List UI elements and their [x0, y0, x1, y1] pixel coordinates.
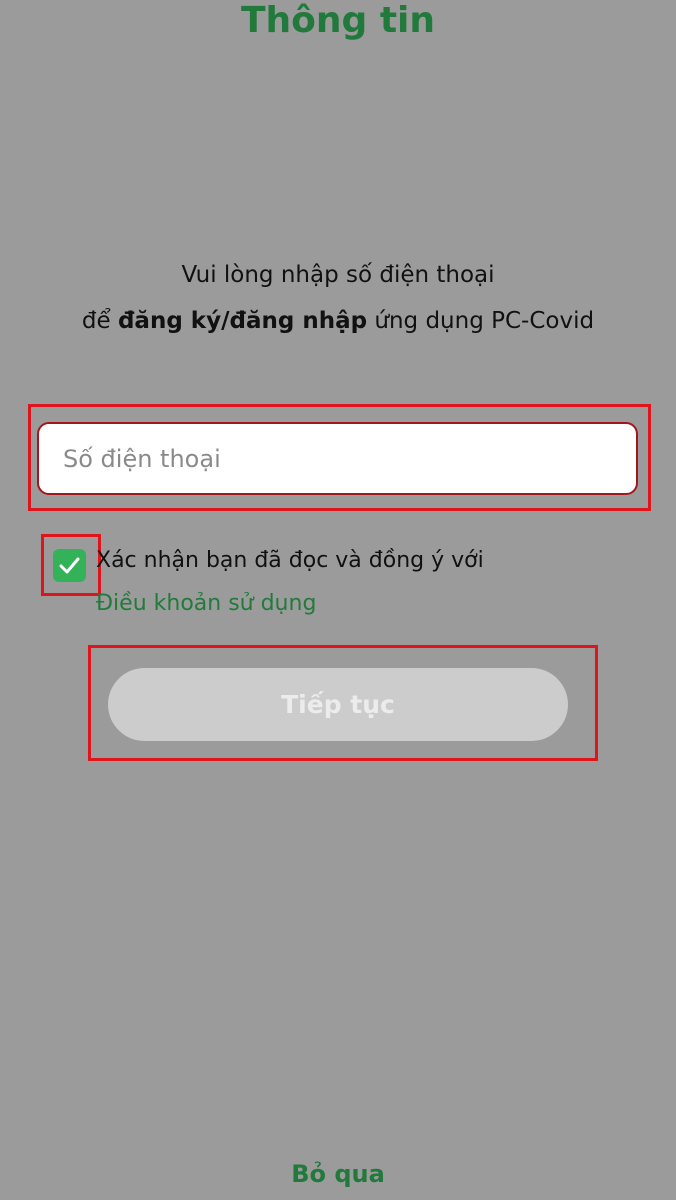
- consent-text: Xác nhận bạn đã đọc và đồng ý với: [96, 548, 484, 573]
- instruction-bold: đăng ký/đăng nhập: [117, 308, 368, 334]
- terms-of-use-link[interactable]: Điều khoản sử dụng: [96, 587, 316, 621]
- phone-number-input[interactable]: [37, 422, 638, 495]
- continue-button[interactable]: Tiếp tục: [108, 668, 568, 741]
- page-title: Thông tin: [240, 0, 436, 41]
- skip-button[interactable]: Bỏ qua: [0, 1154, 676, 1194]
- instruction-line-1: Vui lòng nhập số điện thoại: [181, 262, 495, 288]
- checkmark-icon: [59, 557, 80, 574]
- instruction-prefix: để: [81, 308, 118, 334]
- consent-checkbox[interactable]: [53, 549, 86, 582]
- instruction-text: Vui lòng nhập số điện thoại để đăng ký/đ…: [0, 252, 676, 344]
- instruction-line-2: để đăng ký/đăng nhập ứng dụng PC-Covid: [0, 298, 676, 344]
- instruction-suffix: ứng dụng PC-Covid: [367, 308, 595, 334]
